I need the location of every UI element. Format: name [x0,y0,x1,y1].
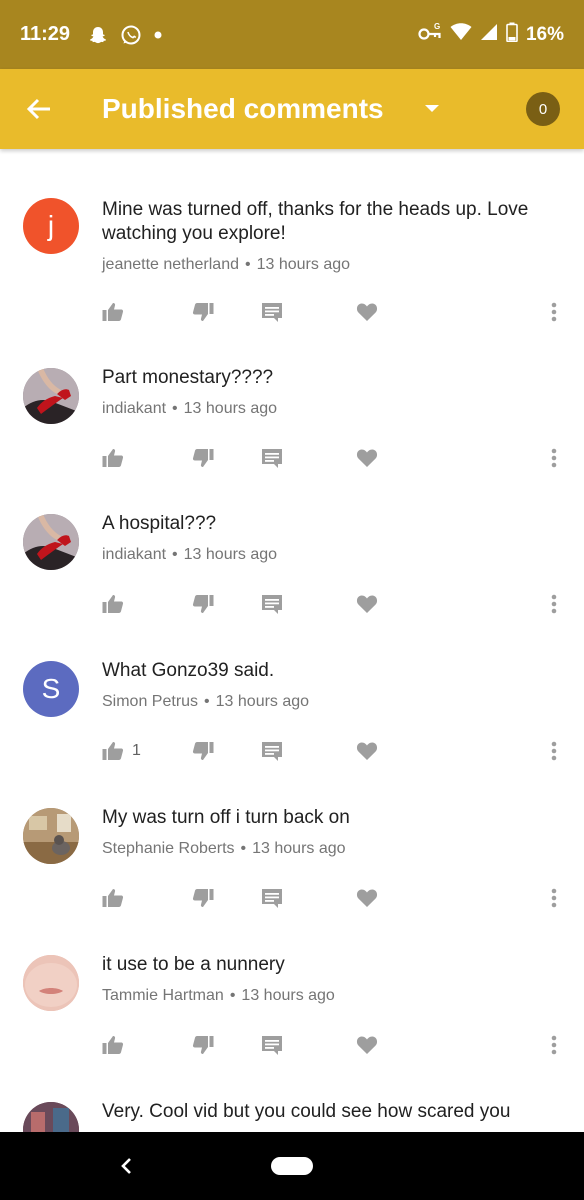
comment-meta: Simon Petrus • 13 hours ago [102,693,309,711]
avatar[interactable]: S [23,661,79,717]
comment-text: A hospital??? [102,513,217,534]
nav-back-icon [121,1158,131,1174]
comment-item: Very. Cool vid but you could see how sca… [0,1030,584,1132]
comment-author[interactable]: indiakant [102,546,166,563]
comment-text: What Gonzo39 said. [102,660,275,681]
app-bar: Published comments 0 [0,69,584,149]
comment-meta: jeanette netherland • 13 hours ago [102,256,350,274]
whatsapp-icon [120,24,142,46]
comment-time: 13 hours ago [183,546,278,563]
meta-separator: • [240,840,247,857]
comment-meta: indiakant • 13 hours ago [102,546,277,564]
comment-item: My was turn off i turn back on Stephanie … [0,736,584,908]
comment-count-badge[interactable]: 0 [526,92,560,126]
comment-item: Part monestary???? indiakant • 13 hours ago [0,296,584,468]
meta-separator: • [245,256,251,273]
comment-item: it use to be a nunnery Tammie Hartman • 13 … [0,883,584,1055]
status-time: 11:29 [20,23,71,45]
comment-author[interactable]: Simon Petrus [102,693,198,710]
back-button[interactable] [0,69,78,149]
comment-time: 13 hours ago [256,256,351,273]
comment-item: A hospital??? indiakant • 13 hours ago [0,442,584,614]
avatar[interactable]: j [23,198,79,254]
avatar[interactable] [23,955,79,1011]
vpn-key-icon: G [418,22,442,48]
status-right-cluster: G 16% [418,22,564,48]
comment-time: 13 hours ago [252,840,346,857]
wifi-icon [450,22,472,47]
battery-percent: 16% [525,23,564,45]
avatar[interactable] [23,514,79,570]
comment-item: j Mine was turned off, thanks for the hea… [0,149,584,322]
comment-text: it use to be a nunnery [102,954,285,975]
comment-meta: indiakant • 13 hours ago [102,400,277,418]
meta-separator: • [204,693,210,710]
comment-meta: Stephanie Roberts • 13 hours ago [102,840,346,858]
battery-icon [506,22,518,48]
system-nav-bar [0,1132,584,1200]
comment-author[interactable]: Stephanie Roberts [102,840,235,857]
comment-time: 13 hours ago [183,400,278,417]
svg-text:G: G [434,22,440,31]
comment-list: j Mine was turned off, thanks for the hea… [0,149,584,1132]
meta-separator: • [172,400,178,417]
comment-author[interactable]: indiakant [102,400,166,417]
comment-author[interactable]: jeanette netherland [102,256,239,273]
comment-text: Part monestary???? [102,367,274,388]
comment-time: 13 hours ago [241,987,335,1004]
comment-meta: Tammie Hartman • 13 hours ago [102,987,335,1005]
comment-item: S What Gonzo39 said. Simon Petrus • 13 hours… [0,589,584,761]
nav-back-button[interactable] [112,1152,140,1180]
notification-dot-icon [154,31,162,39]
avatar[interactable] [23,368,79,424]
comment-text: Very. Cool vid but you could see how sca… [102,1101,511,1122]
meta-separator: • [172,546,178,563]
comment-text: Mine was turned off, thanks for the head… [102,199,529,244]
snapchat-icon [88,25,108,45]
cell-signal-icon [480,23,498,47]
nav-home-pill[interactable] [271,1157,313,1175]
comment-text: My was turn off i turn back on [102,807,350,828]
avatar-letter: S [41,673,61,704]
avatar[interactable] [23,808,79,864]
filter-dropdown-button[interactable] [420,104,444,114]
page-title: Published comments [102,93,384,124]
avatar-letter: j [47,210,55,241]
meta-separator: • [229,987,236,1004]
comment-time: 13 hours ago [215,693,310,710]
status-bar: 11:29 G 16% [0,0,584,69]
comment-author[interactable]: Tammie Hartman [102,987,224,1004]
avatar[interactable] [23,1102,79,1132]
back-arrow-icon [26,98,50,120]
dropdown-arrow-icon [424,105,439,112]
